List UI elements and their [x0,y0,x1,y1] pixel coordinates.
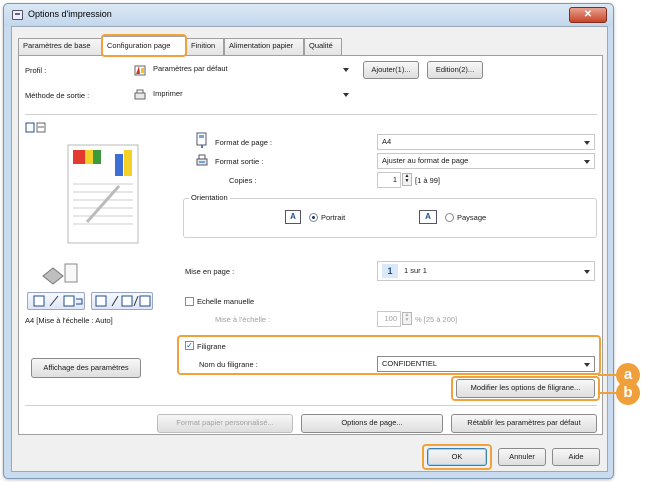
output-size-icon [195,153,209,167]
landscape-radio[interactable] [445,213,454,222]
tab-paper-source[interactable]: Alimentation papier [224,38,304,55]
scaling-label: Mise à l'échelle : [215,315,271,324]
profile-label: Profil : [25,66,47,75]
output-method-label: Méthode de sortie : [25,91,90,100]
profile-value: Paramètres par défaut [153,64,228,73]
tab-quality[interactable]: Qualité [304,38,342,55]
manual-scaling-checkbox[interactable] [185,297,194,306]
close-button[interactable]: ✕ [569,7,607,23]
page-preview-image [67,144,139,244]
landscape-icon: A [419,210,437,224]
copies-spinner[interactable]: ▲ ▼ [402,173,412,186]
preview-caption: A4 [Mise à l'échelle : Auto] [25,316,113,325]
printer-preview-icon [41,262,81,288]
layout-badge: 1 [382,264,398,278]
separator [25,405,597,406]
copies-label: Copies : [229,176,257,185]
help-button[interactable]: Aide [552,448,600,466]
cancel-button[interactable]: Annuler [498,448,546,466]
custom-paper-size-button[interactable]: Format papier personnalisé... [157,414,293,433]
copies-range: [1 à 99] [415,176,441,185]
chevron-down-icon [343,68,349,72]
dialog-client: Paramètres de base Configuration page Fi… [11,26,608,472]
highlight-ok-button [422,444,492,470]
chevron-down-icon [584,141,590,145]
printer-icon [12,10,23,20]
layout-value: 1 sur 1 [404,266,427,275]
callout-b-connector [598,392,616,394]
layout-select[interactable]: 1 1 sur 1 [377,261,595,281]
landscape-label: Paysage [457,213,487,222]
portrait-radio[interactable] [309,213,318,222]
page-size-icon [195,132,209,148]
tab-basic-settings[interactable]: Paramètres de base [18,38,102,55]
page-size-label: Format de page : [215,138,273,147]
scaling-input[interactable]: 100 [377,311,401,327]
copies-input[interactable]: 1 [377,172,401,188]
callout-badge-b: b [616,381,640,405]
preview-toggle-icons[interactable] [25,122,47,134]
output-size-select[interactable]: Ajuster au format de page [377,153,595,169]
chevron-down-icon [584,160,590,164]
callout-a-connector [598,374,616,376]
tab-finishing[interactable]: Finition [186,38,224,55]
print-options-window: Options d'impression ✕ Paramètres de bas… [3,3,614,479]
edit-profile-button[interactable]: Edition(2)... [427,61,483,79]
window-title: Options d'impression [28,9,112,19]
layout-label: Mise en page : [185,267,235,276]
output-method-value: Imprimer [153,89,183,98]
settings-display-button[interactable]: Affichage des paramètres [31,358,141,378]
portrait-label: Portrait [321,213,346,222]
scaling-range: % [25 à 200] [415,315,458,324]
highlight-watermark-section [177,335,601,375]
profile-icon [133,63,147,77]
portrait-icon: A [285,210,301,224]
page-size-select[interactable]: A4 [377,134,595,150]
chevron-down-icon [584,270,590,274]
page-options-button[interactable]: Options de page... [301,414,443,433]
orientation-group [183,198,597,238]
restore-defaults-button[interactable]: Rétablir les paramètres par défaut [451,414,597,433]
orientation-label: Orientation [189,193,230,202]
duplex-preview-button-2[interactable] [91,292,153,310]
title-bar: Options d'impression ✕ [4,4,613,26]
add-profile-button[interactable]: Ajouter(1)... [363,61,419,79]
highlight-watermark-options-button [451,376,600,401]
separator [25,114,597,115]
duplex-preview-button-1[interactable] [27,292,85,310]
page-setup-panel: Profil : Paramètres par défaut Ajouter(1… [18,55,603,435]
output-size-label: Format sortie : [215,157,264,166]
chevron-down-icon [343,93,349,97]
scaling-spinner[interactable]: ▲ ▼ [402,312,412,325]
highlight-page-setup-tab [101,34,187,57]
output-size-value: Ajuster au format de page [382,156,469,165]
profile-select[interactable]: Paramètres par défaut [149,62,353,78]
output-method-select[interactable]: Imprimer [149,87,353,103]
page-size-value: A4 [382,137,392,146]
manual-scaling-label: Echelle manuelle [197,297,255,306]
printer-small-icon [133,88,147,102]
